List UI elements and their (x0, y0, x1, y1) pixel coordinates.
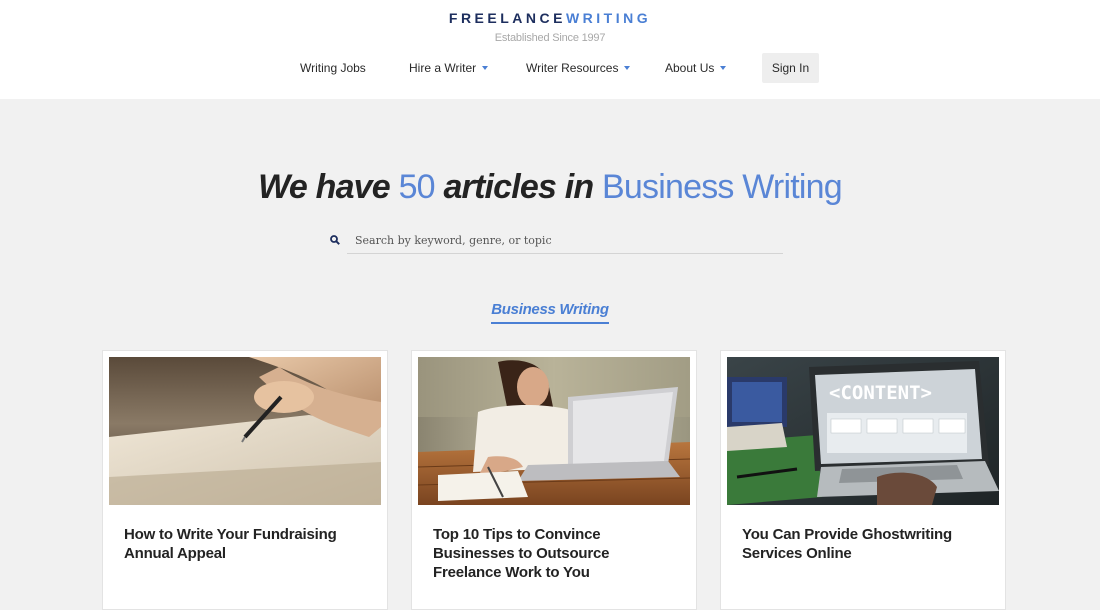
article-thumbnail-content-laptop[interactable]: <CONTENT> (727, 357, 999, 505)
logo-part-writing: WRITING (565, 10, 652, 26)
main-nav: Writing Jobs Hire a Writer Writer Resour… (0, 53, 1100, 83)
nav-label: About Us (665, 61, 715, 75)
article-thumbnail-hand-writing[interactable] (109, 357, 381, 505)
article-thumbnail-woman-laptop[interactable] (418, 357, 690, 505)
article-card[interactable]: Top 10 Tips to Convince Businesses to Ou… (411, 350, 697, 610)
nav-label: Writing Jobs (300, 61, 366, 75)
title-part-articles-in: articles in (443, 168, 594, 206)
article-card[interactable]: <CONTENT> You Can Provide Ghostwriting S… (720, 350, 1006, 610)
caret-down-icon (720, 65, 727, 70)
screen-content-text: <CONTENT> (829, 382, 932, 404)
article-card[interactable]: How to Write Your Fundraising Annual App… (102, 350, 388, 610)
title-part-we-have: We have (258, 168, 391, 206)
logo-part-freelance: FREELANCE (448, 10, 566, 26)
caret-down-icon (624, 65, 631, 70)
search-input[interactable] (347, 228, 783, 254)
article-title[interactable]: How to Write Your Fundraising Annual App… (124, 525, 364, 563)
title-category: Business Writing (602, 168, 843, 206)
category-tab-wrapper: Business Writing (0, 301, 1100, 324)
search-icon[interactable] (330, 235, 340, 245)
page-title: We have 50 articles in Business Writing (0, 166, 1100, 208)
search-bar (330, 228, 783, 255)
nav-hire-a-writer[interactable]: Hire a Writer (409, 53, 489, 83)
nav-writing-jobs[interactable]: Writing Jobs (300, 53, 366, 83)
article-title[interactable]: You Can Provide Ghostwriting Services On… (742, 525, 982, 563)
tab-business-writing[interactable]: Business Writing (491, 301, 609, 324)
nav-writer-resources[interactable]: Writer Resources (526, 53, 631, 83)
nav-label: Writer Resources (526, 61, 619, 75)
nav-about-us[interactable]: About Us (665, 53, 727, 83)
sign-in-button[interactable]: Sign In (762, 53, 819, 83)
site-logo[interactable]: FREELANCEWRITING (0, 10, 1100, 26)
site-header: FREELANCEWRITING Established Since 1997 … (0, 0, 1100, 99)
article-count: 50 (398, 168, 436, 206)
nav-label: Hire a Writer (409, 61, 477, 75)
caret-down-icon (482, 65, 489, 70)
article-title[interactable]: Top 10 Tips to Convince Businesses to Ou… (433, 525, 673, 582)
site-tagline: Established Since 1997 (494, 32, 606, 44)
